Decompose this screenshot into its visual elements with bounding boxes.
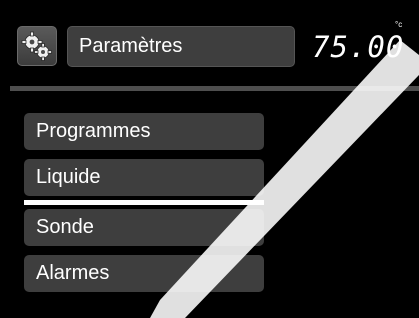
temperature-readout: 75.00 — [312, 30, 405, 64]
gears-icon-graphic — [21, 31, 52, 61]
menu-item-programmes[interactable]: Programmes — [24, 113, 264, 150]
settings-menu: Programmes Liquide Sonde Alarmes — [24, 113, 266, 301]
page-title: Paramètres — [67, 26, 295, 67]
temperature-unit: °c — [395, 20, 403, 29]
menu-item-liquide[interactable]: Liquide — [24, 159, 264, 205]
header-separator — [10, 86, 419, 91]
menu-item-sonde[interactable]: Sonde — [24, 209, 264, 246]
controller-screen: Paramètres 75.00 °c Programmes Liquide S… — [0, 0, 419, 318]
menu-item-alarmes[interactable]: Alarmes — [24, 255, 264, 292]
gears-icon[interactable] — [17, 26, 57, 66]
